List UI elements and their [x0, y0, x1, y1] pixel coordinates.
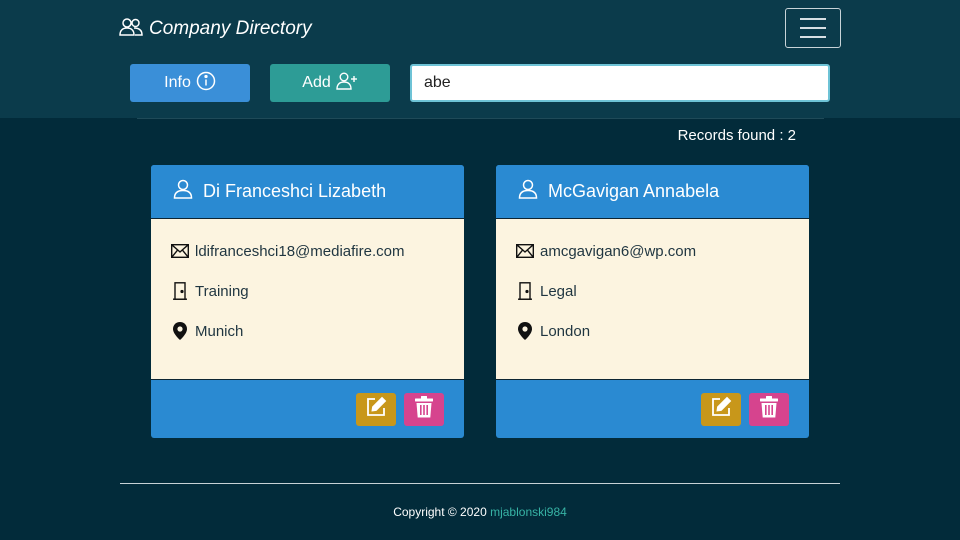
employee-name[interactable]: McGavigan Annabela [548, 181, 719, 202]
card-footer [496, 380, 809, 438]
user-icon [518, 179, 538, 204]
map-pin-icon [516, 322, 534, 340]
employee-email: ldifranceshci18@mediafire.com [195, 242, 405, 260]
edit-icon [365, 396, 387, 423]
info-circle-icon [196, 71, 216, 96]
location-row: London [496, 321, 809, 341]
card-header: McGavigan Annabela [496, 165, 809, 219]
edit-icon [710, 396, 732, 423]
delete-button[interactable] [404, 392, 444, 426]
author-link[interactable]: mjablonski984 [490, 505, 567, 519]
email-row: ldifranceshci18@mediafire.com [151, 241, 464, 261]
employee-card: McGavigan Annabela amcgavigan6@wp.com Le… [496, 165, 809, 438]
user-icon [173, 179, 193, 204]
employee-department: Training [195, 282, 249, 300]
door-icon [516, 282, 534, 300]
users-icon [119, 17, 143, 42]
trash-icon [760, 395, 778, 423]
menu-toggle-button[interactable] [785, 8, 841, 48]
hamburger-icon [800, 18, 826, 20]
copyright-text: Copyright © 2020 [393, 505, 487, 519]
employee-name[interactable]: Di Franceshci Lizabeth [203, 181, 386, 202]
map-pin-icon [171, 322, 189, 340]
card-header: Di Franceshci Lizabeth [151, 165, 464, 219]
brand[interactable]: Company Directory [119, 16, 312, 42]
delete-button[interactable] [749, 392, 789, 426]
records-count: Records found : 2 [677, 127, 796, 144]
envelope-icon [171, 244, 189, 258]
top-bar: Company Directory Info Add [0, 0, 960, 118]
card-body: ldifranceshci18@mediafire.com Training M… [151, 219, 464, 380]
card-body: amcgavigan6@wp.com Legal London [496, 219, 809, 380]
door-icon [171, 282, 189, 300]
search-input[interactable] [410, 64, 830, 102]
department-row: Legal [496, 281, 809, 301]
footer-divider [120, 483, 840, 484]
info-button-label: Info [164, 74, 191, 91]
header-divider [137, 118, 824, 119]
info-button[interactable]: Info [130, 64, 250, 102]
app-title: Company Directory [149, 18, 312, 39]
edit-button[interactable] [701, 392, 741, 426]
employee-card: Di Franceshci Lizabeth ldifranceshci18@m… [151, 165, 464, 438]
add-button-label: Add [302, 74, 331, 91]
edit-button[interactable] [356, 392, 396, 426]
employee-department: Legal [540, 282, 577, 300]
add-user-icon [336, 72, 358, 95]
footer: Copyright © 2020 mjablonski984 [0, 505, 960, 519]
envelope-icon [516, 244, 534, 258]
location-row: Munich [151, 321, 464, 341]
employee-location: Munich [195, 322, 244, 340]
email-row: amcgavigan6@wp.com [496, 241, 809, 261]
trash-icon [415, 395, 433, 423]
employee-location: London [540, 322, 591, 340]
employee-email: amcgavigan6@wp.com [540, 242, 697, 260]
card-footer [151, 380, 464, 438]
department-row: Training [151, 281, 464, 301]
add-button[interactable]: Add [270, 64, 390, 102]
